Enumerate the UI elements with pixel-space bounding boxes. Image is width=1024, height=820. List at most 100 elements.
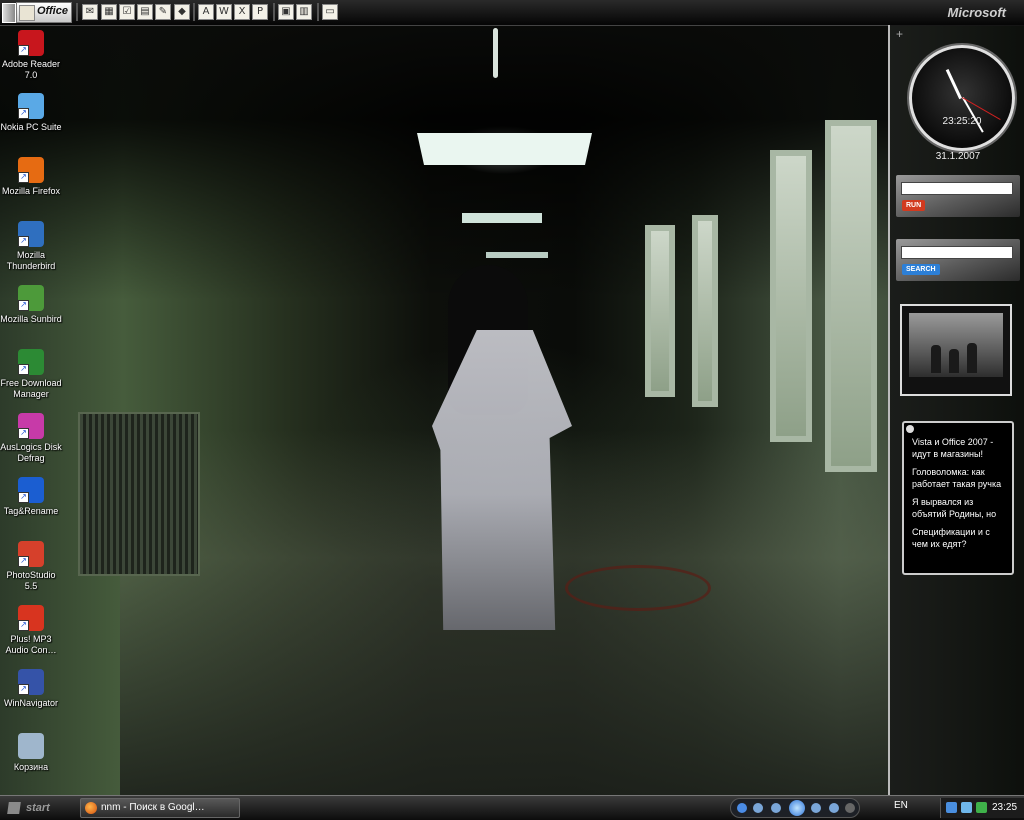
shortcut-arrow-icon: ↗ [18, 556, 29, 567]
desktop-shortcut-label: Tag&Rename [3, 506, 59, 516]
expand-icon[interactable] [845, 803, 855, 813]
disk-defrag-icon: ↗ [18, 413, 44, 439]
taskbar: start nnm - Поиск в Googl… EN 23:25 [0, 795, 1024, 820]
desktop-shortcut[interactable]: Корзина [0, 733, 62, 773]
volume-icon[interactable] [829, 803, 839, 813]
feed-menu-icon[interactable] [906, 425, 914, 433]
word-icon[interactable]: W [216, 4, 232, 20]
shortcut-arrow-icon: ↗ [18, 108, 29, 119]
start-label: start [26, 802, 50, 814]
clock-hour-hand [945, 68, 962, 100]
tag-rename-icon: ↗ [18, 477, 44, 503]
clock-gadget[interactable]: 23:25:20 [909, 45, 1015, 151]
wallpaper-lamp [493, 28, 498, 78]
desktop-shortcut[interactable]: ↗ Adobe Reader 7.0 [0, 30, 62, 81]
thunderbird-icon: ↗ [18, 221, 44, 247]
mp3-converter-icon: ↗ [18, 605, 44, 631]
wallpaper-ceiling-light [462, 213, 542, 223]
desktop-shortcut-label: Mozilla Thunderbird [6, 250, 56, 271]
rewind-icon[interactable] [771, 803, 781, 813]
forward-icon[interactable] [811, 803, 821, 813]
previous-icon[interactable] [753, 803, 763, 813]
search-button[interactable]: SEARCH [902, 264, 940, 275]
desktop-shortcut-label: WinNavigator [3, 698, 59, 708]
taskbar-item-firefox[interactable]: nnm - Поиск в Googl… [80, 798, 240, 818]
desktop-shortcut[interactable]: ↗ WinNavigator [0, 669, 62, 709]
start-button[interactable]: start [4, 799, 70, 817]
new-document-icon[interactable]: ✎ [155, 4, 171, 20]
note-icon[interactable]: ◆ [174, 4, 190, 20]
windows-icon[interactable]: ▥ [296, 4, 312, 20]
windows-flag-icon [7, 802, 21, 814]
clock-time: 23:25:20 [942, 116, 982, 127]
shortcut-arrow-icon: ↗ [18, 492, 29, 503]
acrobat-icon[interactable]: A [198, 4, 214, 20]
desktop-shortcut[interactable]: ↗ AusLogics Disk Defrag [0, 413, 62, 464]
safely-remove-icon[interactable] [976, 802, 987, 813]
nokia-pc-suite-icon: ↗ [18, 93, 44, 119]
shortcut-arrow-icon: ↗ [18, 45, 29, 56]
photostudio-icon: ↗ [18, 541, 44, 567]
sidebar: + 23:25:20 31.1.2007 RUN SEARCH Vista и … [888, 25, 1024, 795]
add-gadget-button[interactable]: + [896, 27, 903, 41]
shortcut-arrow-icon: ↗ [18, 620, 29, 631]
run-button[interactable]: RUN [902, 200, 926, 211]
slideshow-gadget[interactable] [900, 304, 1012, 396]
mail-icon[interactable]: ✉ [82, 4, 98, 20]
desktop-shortcut[interactable]: ↗ Nokia PC Suite [0, 93, 62, 133]
stop-icon[interactable] [737, 803, 747, 813]
news-item[interactable]: Спецификации и с чем их едят? [912, 526, 1006, 550]
contact-icon[interactable]: ▤ [137, 4, 153, 20]
wallpaper-window [645, 225, 675, 397]
office-menu-button[interactable]: Office [16, 2, 72, 23]
adobe-reader-icon: ↗ [18, 30, 44, 56]
system-tray: 23:25 [940, 798, 1024, 818]
desktop-wallpaper [0, 0, 1024, 819]
wallpaper-window [692, 215, 718, 407]
desktop-shortcut[interactable]: ↗ Free Download Manager [0, 349, 62, 400]
news-feed-gadget: Vista и Office 2007 - идут в магазины! Го… [902, 421, 1014, 575]
taskbar-clock[interactable]: 23:25 [992, 802, 1017, 813]
shortcut-arrow-icon: ↗ [18, 236, 29, 247]
desktop-icon[interactable]: ▭ [322, 4, 338, 20]
publisher-icon[interactable]: P [252, 4, 268, 20]
news-item[interactable]: Vista и Office 2007 - идут в магазины! [912, 436, 1006, 460]
desktop-shortcut-label: Nokia PC Suite [0, 122, 62, 132]
microsoft-brand: Microsoft [947, 5, 1007, 20]
network-icon[interactable] [946, 802, 957, 813]
news-item[interactable]: Я вырвался из объятий Родины, но [912, 496, 1006, 520]
search-input[interactable] [901, 246, 1013, 259]
explorer-icon[interactable]: ▣ [278, 4, 294, 20]
slideshow-photo [909, 313, 1003, 377]
desktop-shortcut[interactable]: ↗ Plus! MP3 Audio Con… [0, 605, 62, 656]
desktop-shortcut[interactable]: ↗ PhotoStudio 5.5 [0, 541, 62, 592]
download-manager-icon: ↗ [18, 349, 44, 375]
calendar-icon[interactable]: ▦ [101, 4, 117, 20]
excel-icon[interactable]: X [234, 4, 250, 20]
language-indicator[interactable]: EN [894, 800, 908, 811]
taskbar-item-label: nnm - Поиск в Googl… [101, 802, 205, 813]
tasks-icon[interactable]: ☑ [119, 4, 135, 20]
toolbar-separator [317, 3, 319, 21]
desktop-shortcut[interactable]: ↗ Mozilla Firefox [0, 157, 62, 197]
desktop-shortcut-label: Plus! MP3 Audio Con… [5, 634, 57, 655]
shortcut-arrow-icon: ↗ [18, 300, 29, 311]
run-input[interactable] [901, 182, 1013, 195]
desktop-shortcut[interactable]: ↗ Mozilla Thunderbird [0, 221, 62, 272]
news-list: Vista и Office 2007 - идут в магазины! Го… [912, 436, 1006, 550]
wallpaper-ceiling-light [486, 252, 548, 258]
office-logo-icon[interactable] [2, 3, 16, 23]
desktop-shortcut-label: Mozilla Sunbird [0, 314, 62, 324]
news-item[interactable]: Головоломка: как работает такая ручка [912, 466, 1006, 490]
wallpaper-hose [565, 565, 711, 611]
connection-icon[interactable] [961, 802, 972, 813]
desktop-shortcut[interactable]: ↗ Tag&Rename [0, 477, 62, 517]
shortcut-arrow-icon: ↗ [18, 172, 29, 183]
pause-button-icon[interactable] [789, 800, 805, 816]
firefox-icon [85, 802, 97, 814]
photo-person [931, 345, 941, 373]
photo-person [949, 349, 959, 373]
office-shortcut-bar: Office ✉ ▦ ☑ ▤ ✎ ◆ A W X P ▣ ▥ ▭ Microsoft [0, 0, 1024, 26]
desktop-shortcut[interactable]: ↗ Mozilla Sunbird [0, 285, 62, 325]
office-app-icon [19, 5, 35, 21]
